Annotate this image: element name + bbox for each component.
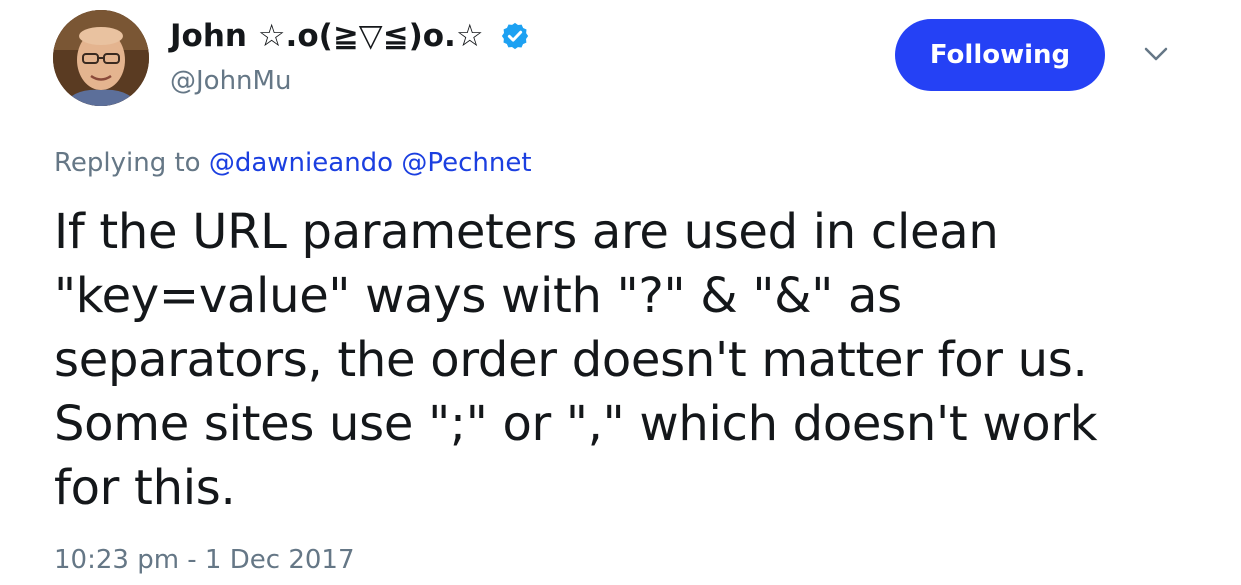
display-name[interactable]: John ☆.o(≧▽≦)o.☆: [170, 14, 484, 58]
tweet-card: John ☆.o(≧▽≦)o.☆ @JohnMu Following Reply…: [0, 0, 1241, 585]
mention-link[interactable]: @Pechnet: [401, 148, 531, 178]
verified-badge-icon: [500, 21, 530, 51]
mention-link[interactable]: @dawnieando: [209, 148, 393, 178]
following-button[interactable]: Following: [895, 19, 1105, 91]
tweet-text: If the URL parameters are used in clean …: [54, 204, 1113, 516]
chevron-down-icon[interactable]: [1141, 42, 1171, 66]
replying-to-label: Replying to: [54, 148, 201, 178]
user-handle[interactable]: @JohnMu: [170, 63, 291, 99]
avatar[interactable]: [53, 10, 149, 106]
tweet-timestamp[interactable]: 10:23 pm - 1 Dec 2017: [54, 541, 355, 579]
replying-to: Replying to @dawnieando @Pechnet: [54, 144, 532, 182]
